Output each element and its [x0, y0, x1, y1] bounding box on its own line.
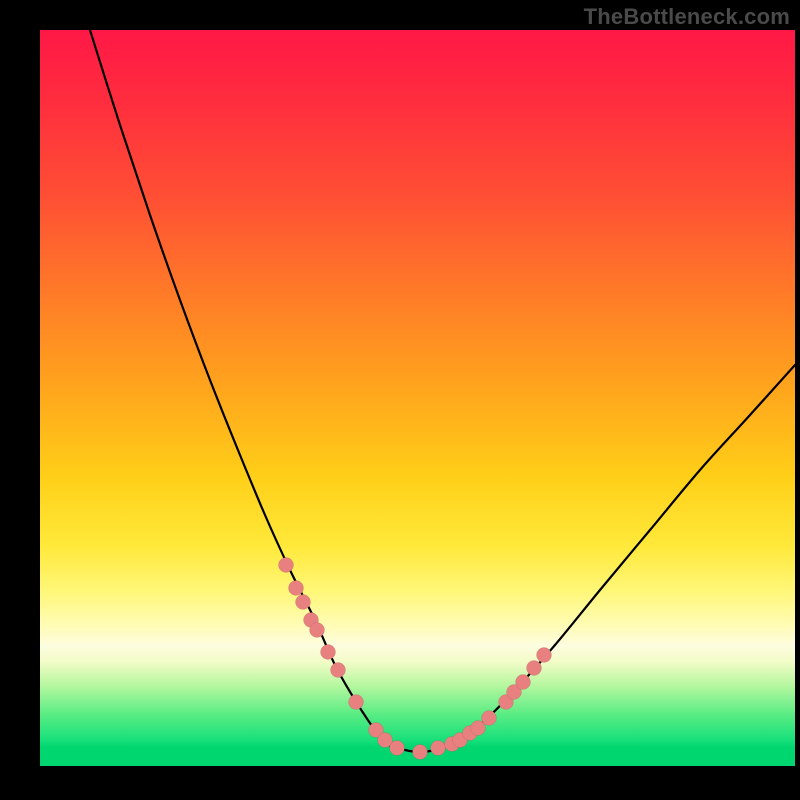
chart-frame: TheBottleneck.com [0, 0, 800, 800]
bottleneck-curve [40, 30, 795, 800]
data-dot [310, 623, 325, 638]
curve-path [90, 30, 795, 752]
data-dot [390, 741, 405, 756]
data-dot [482, 711, 497, 726]
data-dot [279, 558, 294, 573]
data-dot [431, 741, 446, 756]
data-dot [516, 675, 531, 690]
data-dot [527, 661, 542, 676]
data-dots [279, 558, 552, 760]
data-dot [537, 648, 552, 663]
data-dot [289, 581, 304, 596]
data-dot [296, 595, 311, 610]
plot-area [40, 30, 795, 800]
data-dot [413, 745, 428, 760]
data-dot [349, 695, 364, 710]
data-dot [331, 663, 346, 678]
data-dot [321, 645, 336, 660]
watermark-text: TheBottleneck.com [584, 4, 790, 30]
